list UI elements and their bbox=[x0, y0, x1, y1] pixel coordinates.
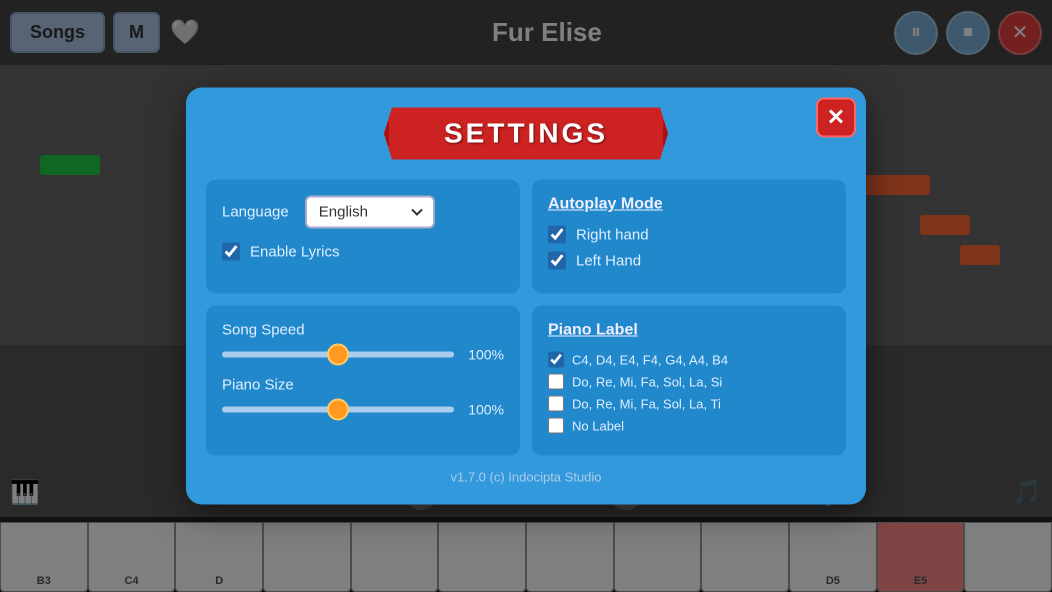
song-speed-section: Song Speed 100% bbox=[222, 322, 504, 363]
settings-close-button[interactable]: ✕ bbox=[816, 98, 856, 138]
left-hand-checkbox[interactable] bbox=[548, 252, 566, 270]
language-row: Language English Spanish French bbox=[222, 196, 504, 229]
right-hand-label: Right hand bbox=[576, 226, 649, 243]
settings-panels: Language English Spanish French Enable L… bbox=[206, 180, 846, 456]
language-label: Language bbox=[222, 204, 289, 221]
label-option-2-label: Do, Re, Mi, Fa, Sol, La, Si bbox=[572, 374, 722, 389]
song-speed-value: 100% bbox=[464, 347, 504, 363]
right-hand-row: Right hand bbox=[548, 226, 830, 244]
label-option-4-label: No Label bbox=[572, 418, 624, 433]
enable-lyrics-checkbox[interactable] bbox=[222, 243, 240, 261]
label-option-3-row: Do, Re, Mi, Fa, Sol, La, Ti bbox=[548, 396, 830, 412]
label-option-3-label: Do, Re, Mi, Fa, Sol, La, Ti bbox=[572, 396, 721, 411]
language-select[interactable]: English Spanish French bbox=[305, 196, 435, 229]
speed-size-panel: Song Speed 100% Piano Size 100% bbox=[206, 306, 520, 456]
label-option-1-checkbox[interactable] bbox=[548, 352, 564, 368]
song-speed-row: 100% bbox=[222, 347, 504, 363]
enable-lyrics-row: Enable Lyrics bbox=[222, 243, 504, 261]
piano-size-section: Piano Size 100% bbox=[222, 377, 504, 418]
piano-size-slider[interactable] bbox=[222, 407, 454, 413]
settings-banner: SETTINGS ✕ bbox=[206, 108, 846, 160]
settings-title: SETTINGS bbox=[384, 108, 668, 160]
piano-label-title: Piano Label bbox=[548, 322, 830, 340]
language-panel: Language English Spanish French Enable L… bbox=[206, 180, 520, 294]
left-hand-label: Left Hand bbox=[576, 252, 641, 269]
label-option-3-checkbox[interactable] bbox=[548, 396, 564, 412]
enable-lyrics-label: Enable Lyrics bbox=[250, 243, 340, 260]
label-option-4-row: No Label bbox=[548, 418, 830, 434]
song-speed-title: Song Speed bbox=[222, 322, 504, 339]
piano-size-title: Piano Size bbox=[222, 377, 504, 394]
label-option-1-row: C4, D4, E4, F4, G4, A4, B4 bbox=[548, 352, 830, 368]
autoplay-title: Autoplay Mode bbox=[548, 196, 830, 214]
right-hand-checkbox[interactable] bbox=[548, 226, 566, 244]
piano-size-value: 100% bbox=[464, 402, 504, 418]
piano-label-panel: Piano Label C4, D4, E4, F4, G4, A4, B4 D… bbox=[532, 306, 846, 456]
version-label: v1.7.0 (c) Indocipta Studio bbox=[206, 470, 846, 485]
settings-dialog: SETTINGS ✕ Language English Spanish Fren… bbox=[186, 88, 866, 505]
song-speed-slider[interactable] bbox=[222, 352, 454, 358]
label-option-1-label: C4, D4, E4, F4, G4, A4, B4 bbox=[572, 352, 728, 367]
piano-size-row: 100% bbox=[222, 402, 504, 418]
left-hand-row: Left Hand bbox=[548, 252, 830, 270]
autoplay-panel: Autoplay Mode Right hand Left Hand bbox=[532, 180, 846, 294]
label-option-4-checkbox[interactable] bbox=[548, 418, 564, 434]
label-option-2-checkbox[interactable] bbox=[548, 374, 564, 390]
label-option-2-row: Do, Re, Mi, Fa, Sol, La, Si bbox=[548, 374, 830, 390]
